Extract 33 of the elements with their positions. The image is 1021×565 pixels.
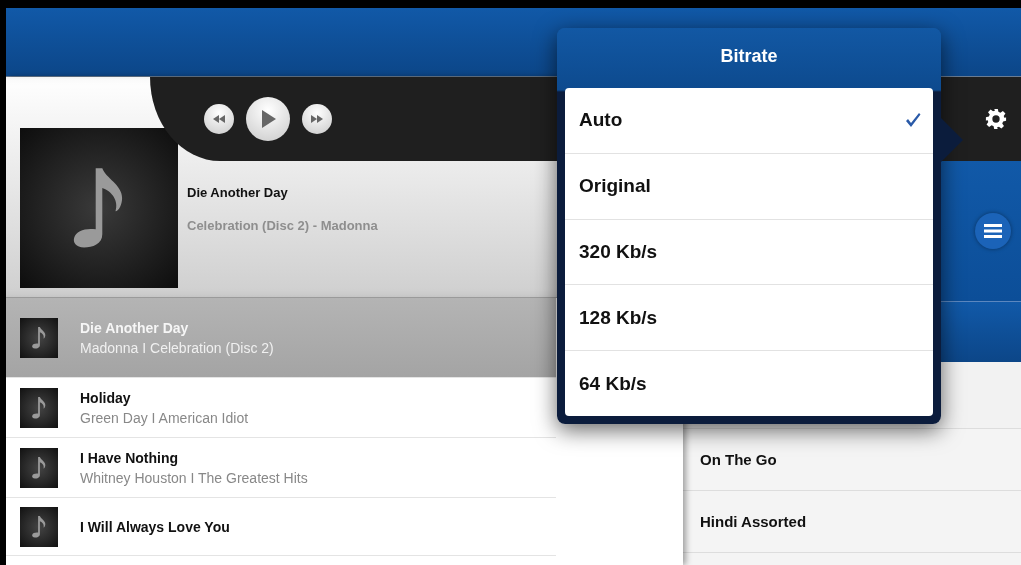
track-title: Die Another Day (80, 319, 190, 336)
music-note-icon (30, 514, 48, 539)
bitrate-option[interactable]: 320 Kb/s (565, 219, 933, 286)
bitrate-option[interactable]: Auto (565, 88, 933, 154)
popover-arrow-icon (941, 118, 963, 162)
track-row[interactable]: I Have Nothing Whitney Houston I The Greatest Hits (6, 438, 556, 498)
popover-title: Bitrate (719, 44, 779, 68)
music-note-icon (30, 325, 48, 350)
fast-forward-icon (311, 115, 323, 123)
rewind-button[interactable] (204, 104, 234, 134)
play-button[interactable] (246, 97, 290, 141)
track-row[interactable]: Holiday Green Day I American Idiot (6, 378, 556, 438)
music-note-icon (30, 455, 48, 480)
track-subtitle: Green Day I American Idiot (80, 409, 249, 426)
now-playing-subtitle: Celebration (Disc 2) - Madonna (187, 218, 378, 233)
now-playing-title: Die Another Day (187, 185, 288, 200)
bitrate-option[interactable]: Original (565, 153, 933, 220)
bitrate-option[interactable]: 128 Kb/s (565, 285, 933, 352)
track-title: I Will Always Love You (80, 518, 230, 535)
play-icon (260, 110, 276, 128)
checkmark-icon (905, 112, 921, 129)
bitrate-option[interactable]: 64 Kb/s (565, 351, 933, 416)
fast-forward-button[interactable] (302, 104, 332, 134)
menu-button[interactable] (975, 213, 1011, 249)
track-title: Holiday (80, 389, 132, 406)
track-title: I Have Nothing (80, 449, 179, 466)
rewind-icon (213, 115, 225, 123)
menu-icon (984, 224, 1002, 238)
track-subtitle: Madonna I Celebration (Disc 2) (80, 339, 274, 356)
music-note-icon (30, 395, 48, 420)
track-subtitle: Whitney Houston I The Greatest Hits (80, 469, 308, 486)
settings-icon[interactable] (985, 108, 1007, 130)
track-row[interactable]: I Will Always Love You (6, 498, 556, 556)
